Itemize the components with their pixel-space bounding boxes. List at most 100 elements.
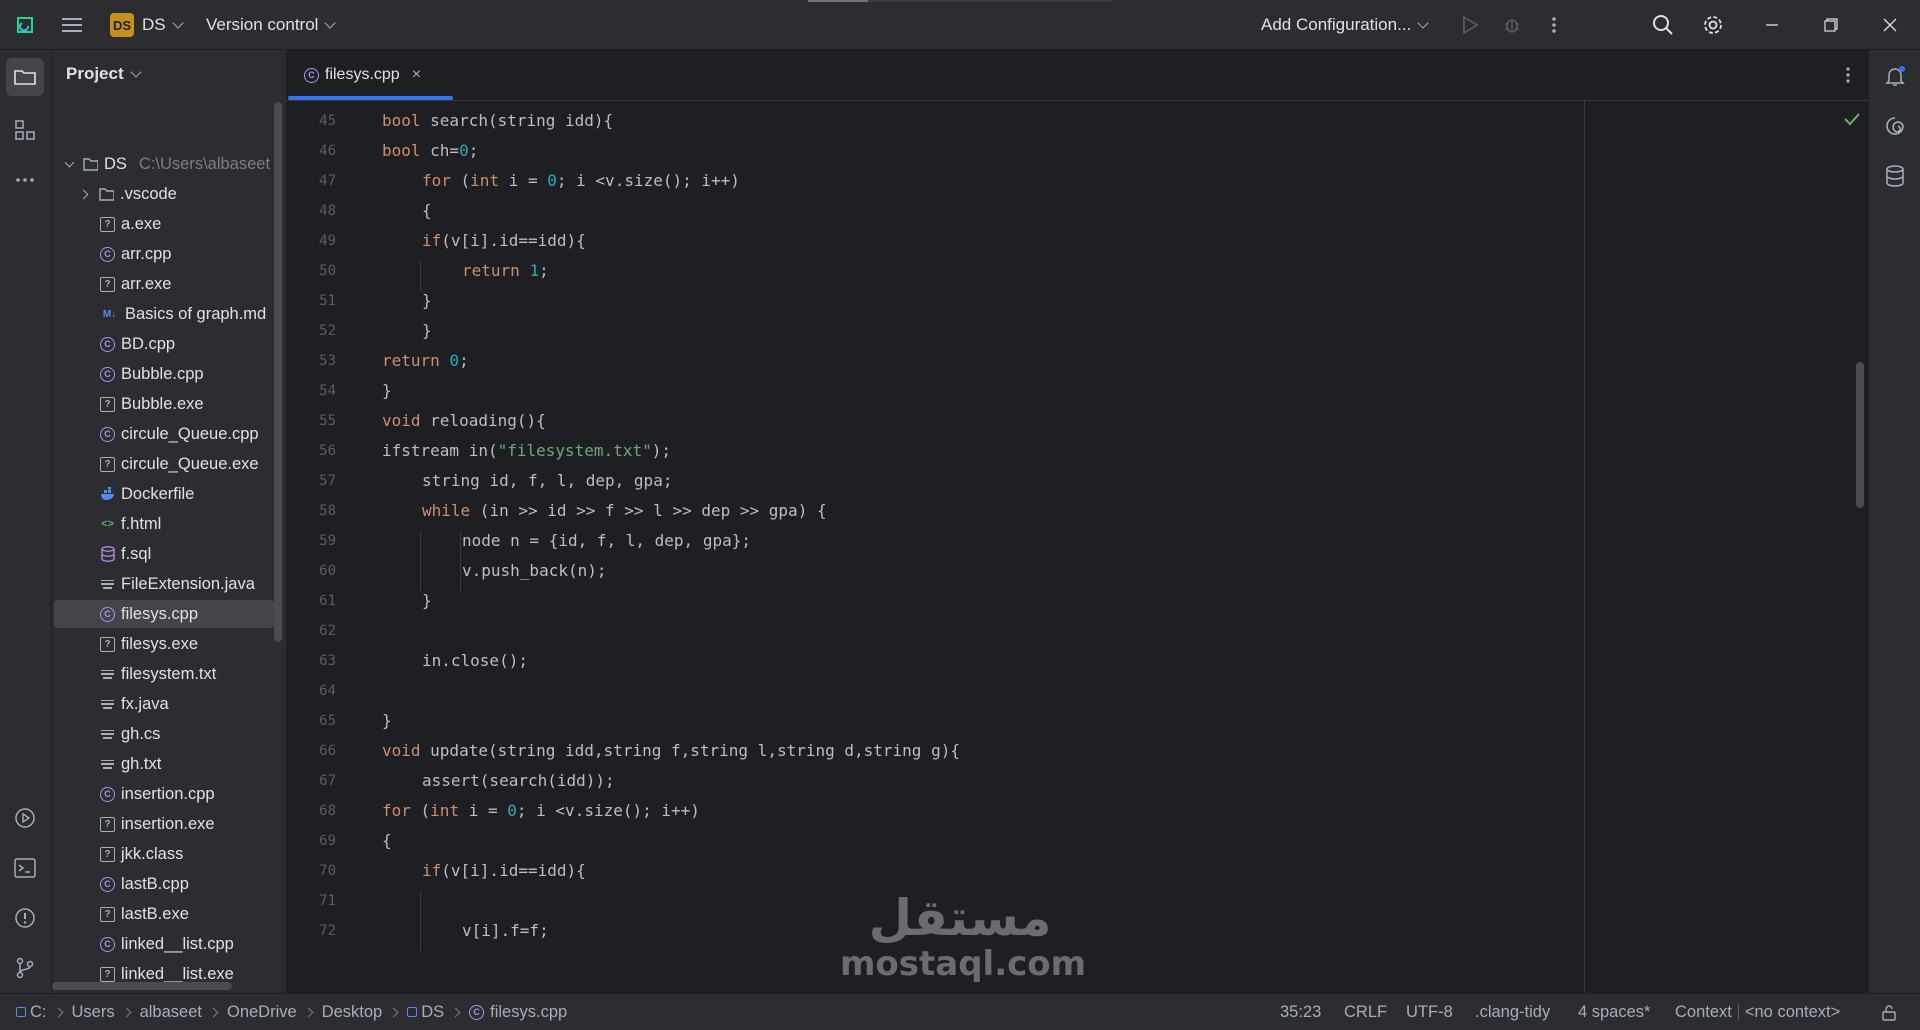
caret-position[interactable]: 35:23 — [1280, 994, 1321, 1030]
problems-icon[interactable] — [11, 904, 39, 932]
code-line[interactable]: if(v[i].id==idd){ — [422, 231, 586, 250]
tree-item[interactable]: .vscode — [54, 180, 274, 208]
breadcrumb-item[interactable]: OneDrive — [227, 1003, 297, 1022]
search-icon[interactable] — [1650, 12, 1676, 38]
code-line[interactable]: return 0; — [382, 351, 469, 370]
tree-item[interactable]: Dockerfile — [54, 480, 274, 508]
context-selector[interactable]: Context <no context> — [1675, 994, 1840, 1030]
chevron-right-icon[interactable] — [78, 189, 89, 199]
breadcrumb-item[interactable]: DS — [421, 1003, 444, 1022]
vcs-menu[interactable]: Version control — [206, 0, 337, 50]
code-line[interactable]: void reloading(){ — [382, 411, 546, 430]
terminal-icon[interactable] — [11, 854, 39, 882]
tree-item[interactable]: f.sql — [54, 540, 274, 568]
code-line[interactable]: } — [382, 711, 392, 730]
tree-item[interactable]: Carr.cpp — [54, 240, 274, 268]
unknown-file-icon: ? — [100, 846, 115, 862]
tabs-more-icon[interactable] — [1836, 63, 1860, 87]
tree-item[interactable]: Cinsertion.cpp — [54, 780, 274, 808]
code-line[interactable]: assert(search(idd)); — [422, 771, 615, 790]
debug-icon[interactable] — [1500, 13, 1524, 37]
code-line[interactable]: ifstream in("filesystem.txt"); — [382, 441, 671, 460]
linter-config[interactable]: .clang-tidy — [1475, 994, 1550, 1030]
project-switcher[interactable]: DS DS — [110, 0, 184, 50]
tree-item[interactable]: gh.txt — [54, 750, 274, 778]
file-encoding[interactable]: UTF-8 — [1406, 994, 1453, 1030]
code-line[interactable]: } — [382, 381, 392, 400]
more-vertical-icon[interactable] — [1542, 13, 1566, 37]
indent-setting[interactable]: 4 spaces* — [1578, 994, 1650, 1030]
breadcrumb-item[interactable]: albaseet — [140, 1003, 202, 1022]
code-line[interactable]: v[i].f=f; — [462, 921, 549, 940]
tree-item[interactable]: ? filesys.exe — [54, 630, 274, 658]
line-ending[interactable]: CRLF — [1344, 994, 1387, 1030]
code-line[interactable]: string id, f, l, dep, gpa; — [422, 471, 672, 490]
inspection-ok-check-icon[interactable] — [1842, 109, 1862, 129]
run-icon[interactable] — [1458, 13, 1482, 37]
tree-item[interactable]: gh.cs — [54, 720, 274, 748]
code-line[interactable]: { — [382, 831, 392, 850]
database-icon[interactable] — [1881, 162, 1909, 190]
structure-icon[interactable] — [11, 116, 39, 144]
tree-item[interactable]: ? insertion.exe — [54, 810, 274, 838]
close-icon[interactable] — [1878, 13, 1902, 37]
tree-item[interactable]: filesystem.txt — [54, 660, 274, 688]
breadcrumb-item[interactable]: Desktop — [322, 1003, 383, 1022]
tree-item[interactable]: ? arr.exe — [54, 270, 274, 298]
notifications-bell-icon[interactable] — [1881, 62, 1909, 90]
tree-item[interactable]: Ccircule_Queue.cpp — [54, 420, 274, 448]
code-line[interactable]: } — [422, 321, 432, 340]
git-icon[interactable] — [11, 954, 39, 982]
tree-item[interactable]: ClastB.cpp — [54, 870, 274, 898]
hamburger-menu-icon[interactable] — [60, 13, 84, 37]
code-line[interactable]: in.close(); — [422, 651, 528, 670]
settings-gear-icon[interactable] — [1700, 12, 1726, 38]
tree-item[interactable]: ? jkk.class — [54, 840, 274, 868]
code-line[interactable]: { — [422, 201, 432, 220]
code-line[interactable]: bool ch=0; — [382, 141, 478, 160]
tree-item[interactable]: ? lastB.exe — [54, 900, 274, 928]
code-line[interactable]: for (int i = 0; i <v.size(); i++) — [382, 801, 700, 820]
code-line[interactable]: } — [422, 291, 432, 310]
tree-root-ds[interactable]: DS C:\Users\albaseet — [64, 150, 270, 178]
run-configuration-selector[interactable]: Add Configuration... — [1261, 0, 1429, 50]
more-horizontal-icon[interactable] — [11, 166, 39, 194]
code-line[interactable]: return 1; — [462, 261, 549, 280]
tree-item[interactable]: <> f.html — [54, 510, 274, 538]
chevron-down-icon[interactable] — [64, 157, 75, 167]
code-line[interactable]: void update(string idd,string f,string l… — [382, 741, 960, 760]
tree-item[interactable]: M↓ Basics of graph.md — [54, 300, 274, 328]
editor-scrollbar[interactable] — [1856, 362, 1864, 508]
app-logo-icon[interactable] — [12, 13, 38, 37]
project-panel-title[interactable]: Project — [66, 64, 142, 84]
code-line[interactable]: bool search(string idd){ — [382, 111, 613, 130]
services-icon[interactable] — [11, 804, 39, 832]
tree-item[interactable]: C Bubble.cpp — [54, 360, 274, 388]
tree-item[interactable]: Cfilesys.cpp — [54, 600, 274, 628]
tree-item[interactable]: ? a.exe — [54, 210, 274, 238]
tree-item[interactable]: C BD.cpp — [54, 330, 274, 358]
tree-item[interactable]: fx.java — [54, 690, 274, 718]
code-line[interactable]: if(v[i].id==idd){ — [422, 861, 586, 880]
code-line[interactable]: v.push_back(n); — [462, 561, 607, 580]
tree-item[interactable]: ? circule_Queue.exe — [54, 450, 274, 478]
tree-item[interactable]: Clinked__list.cpp — [54, 930, 274, 958]
restore-icon[interactable] — [1819, 13, 1843, 37]
ai-assistant-icon[interactable] — [1881, 112, 1909, 140]
tab-close-icon[interactable]: × — [412, 66, 421, 84]
breadcrumb-item[interactable]: filesys.cpp — [490, 1003, 567, 1022]
breadcrumb-item[interactable]: Users — [72, 1003, 115, 1022]
breadcrumb-item[interactable]: C: — [30, 1003, 47, 1022]
minimize-icon[interactable] — [1760, 13, 1784, 37]
tab-filesys-cpp[interactable]: C filesys.cpp × — [288, 50, 453, 100]
tree-item[interactable]: ? Bubble.exe — [54, 390, 274, 418]
code-line[interactable]: while (in >> id >> f >> l >> dep >> gpa)… — [422, 501, 827, 520]
project-scrollbar[interactable] — [274, 102, 282, 642]
code-line[interactable]: } — [422, 591, 432, 610]
code-line[interactable]: for (int i = 0; i <v.size(); i++) — [422, 171, 740, 190]
lock-icon[interactable] — [1878, 1002, 1900, 1024]
code-line[interactable]: node n = {id, f, l, dep, gpa}; — [462, 531, 751, 550]
folder-icon[interactable] — [6, 58, 44, 96]
project-horizontal-scrollbar[interactable] — [52, 982, 232, 990]
tree-item[interactable]: FileExtension.java — [54, 570, 274, 598]
